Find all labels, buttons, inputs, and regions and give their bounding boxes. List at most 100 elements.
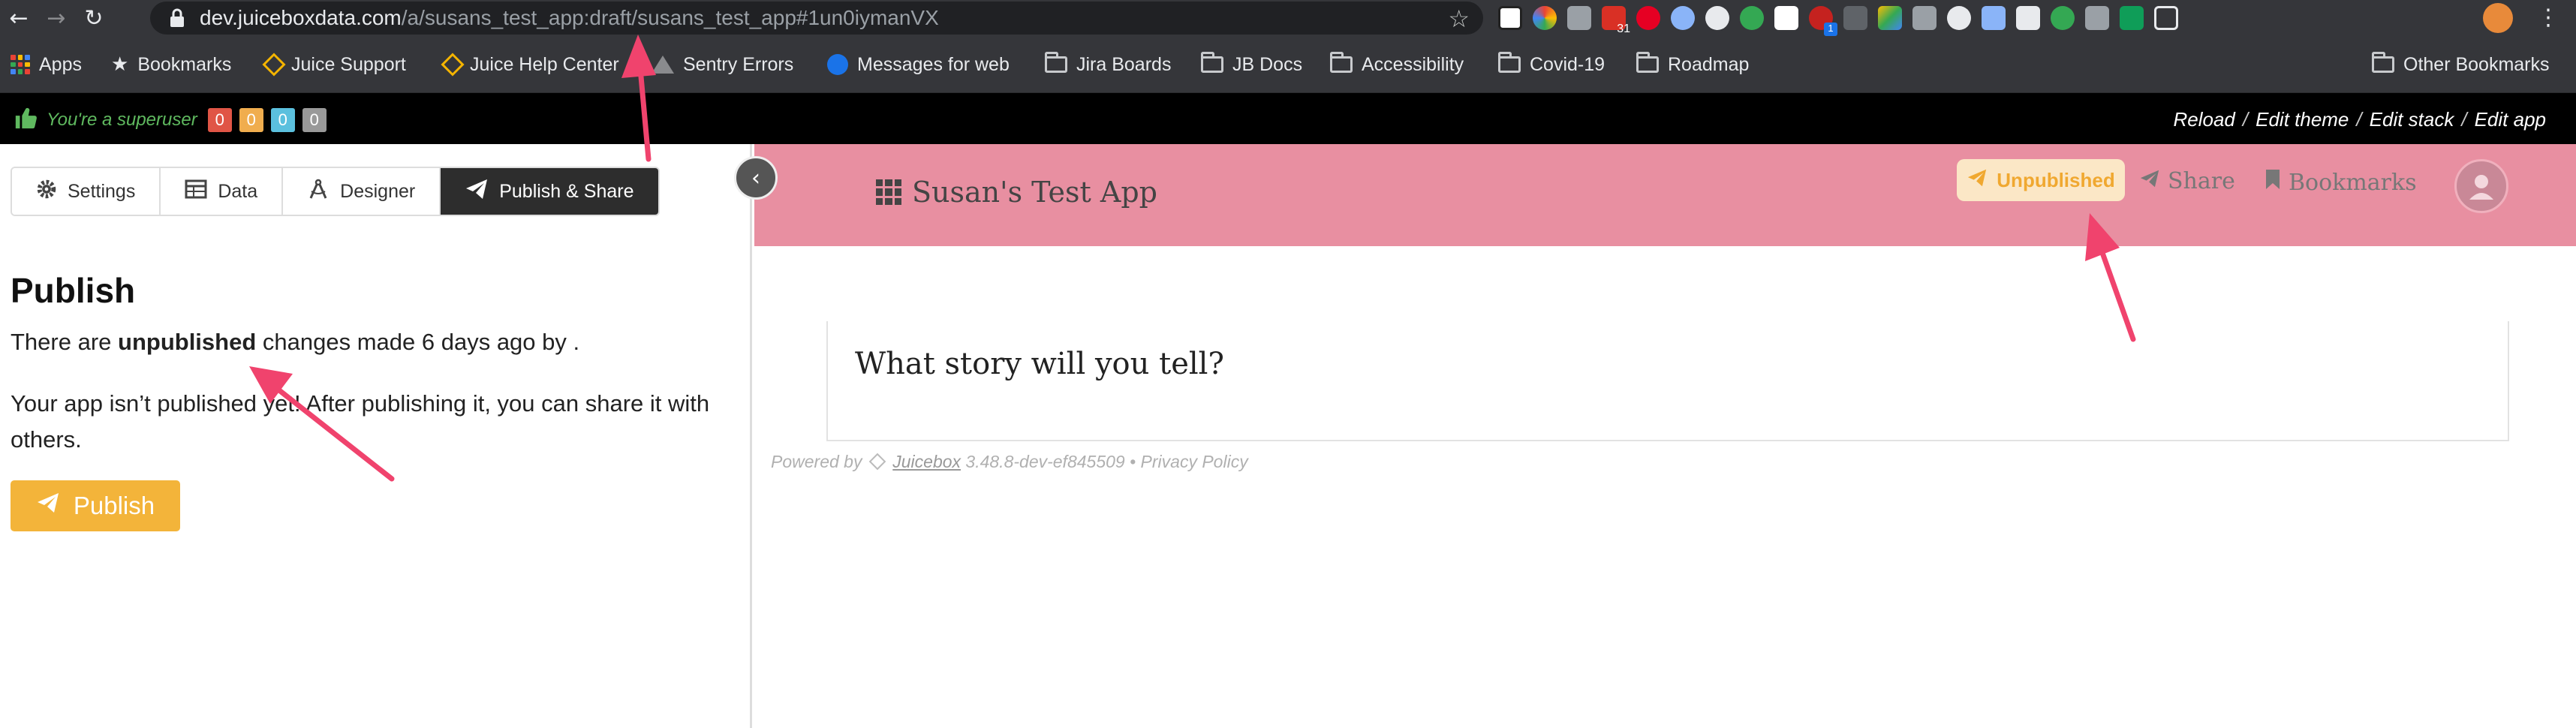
status-prefix: There are (11, 329, 119, 355)
edit-app-link[interactable]: Edit app (2475, 108, 2546, 131)
pinterest-icon[interactable] (1636, 6, 1660, 30)
sheets-icon[interactable] (2120, 6, 2144, 30)
user-avatar[interactable] (2454, 159, 2508, 213)
bookmark-apps[interactable]: Apps (11, 51, 82, 78)
notion-icon[interactable] (1498, 6, 1522, 30)
screen: ← → ↻ dev.juiceboxdata.com/a/susans_test… (0, 0, 2576, 728)
forward-arrow-icon[interactable]: → (38, 0, 75, 36)
lastpass-icon[interactable]: 1 (1809, 6, 1837, 36)
publish-heading: Publish (11, 271, 136, 310)
qr-code-icon[interactable] (1774, 6, 1798, 30)
bookmark-label: Messages for web (857, 53, 1010, 75)
bookmark-roadmap[interactable]: Roadmap (1636, 51, 1749, 78)
phone-icon[interactable] (2051, 6, 2075, 30)
bookmark-messages[interactable]: Messages for web (827, 51, 1010, 78)
superuser-status: You're a superuser 0 0 0 0 (14, 105, 327, 134)
folder-icon (2372, 52, 2394, 73)
check-ext-icon[interactable] (1740, 6, 1764, 30)
copy-icon[interactable] (2085, 6, 2109, 30)
bookmark-label: JB Docs (1232, 53, 1303, 75)
tab-label: Data (218, 180, 258, 202)
tab-data[interactable]: Data (161, 168, 284, 215)
bookmark-star-icon[interactable]: ☆ (1448, 5, 1470, 33)
tab-label: Designer (340, 180, 416, 202)
cast-icon[interactable] (2154, 6, 2178, 30)
tab-settings[interactable]: Settings (12, 168, 161, 215)
error-count-badge[interactable]: 0 (207, 107, 232, 132)
bookmark-juice-support[interactable]: Juice Support (262, 51, 406, 78)
bookmark-label: Roadmap (1668, 53, 1750, 75)
editor-panel: Settings Data Designer Publish & Share P… (0, 144, 752, 728)
messages-icon (827, 54, 848, 75)
footer-bullet: • (1130, 452, 1136, 471)
warning-count-badge[interactable]: 0 (239, 107, 263, 132)
juice-diamond-icon (441, 53, 465, 77)
reload-link[interactable]: Reload (2173, 108, 2234, 131)
profile-avatar[interactable] (2483, 3, 2513, 33)
bookmark-juice-help-center[interactable]: Juice Help Center (441, 51, 619, 78)
bookmark-label: Juice Support (291, 53, 406, 75)
edit-stack-link[interactable]: Edit stack (2370, 108, 2454, 131)
more-menu-icon[interactable]: ⋮ (2537, 5, 2559, 31)
unpublished-badge[interactable]: Unpublished (1957, 159, 2125, 201)
publish-info: Your app isn’t published yet! After publ… (11, 390, 710, 453)
tab-publish-share[interactable]: Publish & Share (441, 168, 658, 215)
bookmarks-link[interactable]: Bookmarks (2265, 168, 2417, 197)
tab-designer[interactable]: Designer (283, 168, 441, 215)
back-arrow-icon[interactable]: ← (0, 0, 38, 36)
paper-plane-icon (465, 178, 489, 206)
juicebox-link[interactable]: Juicebox (892, 452, 961, 471)
bookmark-label: Sentry Errors (683, 53, 794, 75)
notification-badge: 1 (1824, 23, 1837, 36)
bookmark-other-bookmarks[interactable]: Other Bookmarks (2372, 51, 2550, 78)
gear-icon (36, 179, 57, 205)
story-card: What story will you tell? (826, 321, 2509, 441)
footer: Powered by Juicebox 3.48.8-dev-ef845509 … (771, 452, 1248, 472)
drive-icon[interactable] (1878, 6, 1902, 30)
bookmark-covid-19[interactable]: Covid-19 (1498, 51, 1605, 78)
publish-button[interactable]: Publish (11, 480, 180, 531)
superuser-label: You're a superuser (47, 109, 197, 130)
bookmark-bookmarks[interactable]: ★ Bookmarks (111, 51, 231, 78)
screenshot-icon[interactable] (1982, 6, 2006, 30)
edit-theme-link[interactable]: Edit theme (2256, 108, 2349, 131)
compass-icon (307, 178, 330, 206)
circle-ext-icon[interactable] (1671, 6, 1695, 30)
apps-grid-icon (11, 55, 30, 74)
superuser-bar: You're a superuser 0 0 0 0 Reload / Edit… (0, 93, 2576, 144)
tab-label: Publish & Share (499, 180, 634, 202)
color-wheel-icon[interactable] (1533, 6, 1557, 30)
g-ext-icon[interactable] (1843, 6, 1867, 30)
bookmark-label: Bookmarks (137, 53, 232, 75)
hotkey-icon[interactable] (1912, 6, 1937, 30)
camera-icon[interactable] (1567, 6, 1591, 30)
window-icon[interactable] (2016, 6, 2040, 30)
sentry-icon (652, 56, 674, 74)
status-suffix: changes made 6 days ago by . (256, 329, 580, 355)
address-bar[interactable]: dev.juiceboxdata.com/a/susans_test_app:d… (150, 2, 1483, 35)
bookmark-sentry-errors[interactable]: Sentry Errors (652, 51, 793, 78)
publish-button-label: Publish (73, 492, 155, 519)
debug-count-badge[interactable]: 0 (302, 107, 327, 132)
record-icon[interactable] (1947, 6, 1971, 30)
share-link[interactable]: Share (2139, 168, 2235, 194)
app-header: Susan's Test App Unpublished Share Bookm… (754, 144, 2576, 246)
bookmark-accessibility[interactable]: Accessibility (1330, 51, 1464, 78)
link-separator: / (2242, 108, 2249, 131)
privacy-policy-link[interactable]: Privacy Policy (1141, 452, 1248, 471)
bookmark-jb-docs[interactable]: JB Docs (1201, 51, 1302, 78)
bookmarks-label: Bookmarks (2289, 169, 2417, 196)
folder-icon (1201, 52, 1223, 73)
gear-ext-icon[interactable] (1705, 6, 1729, 30)
link-separator: / (2461, 108, 2467, 131)
story-prompt: What story will you tell? (855, 347, 1224, 381)
collapse-panel-button[interactable]: ‹ (734, 156, 778, 200)
info-count-badge[interactable]: 0 (270, 107, 295, 132)
powered-by-label: Powered by (771, 452, 862, 471)
reload-icon[interactable]: ↻ (75, 0, 113, 36)
bookmark-jira-boards[interactable]: Jira Boards (1045, 51, 1171, 78)
app-title[interactable]: Susan's Test App (876, 176, 1157, 209)
calendar-icon[interactable]: 31 (1602, 6, 1630, 35)
status-unpublished: unpublished (118, 329, 257, 355)
bookmark-icon (2265, 168, 2281, 197)
